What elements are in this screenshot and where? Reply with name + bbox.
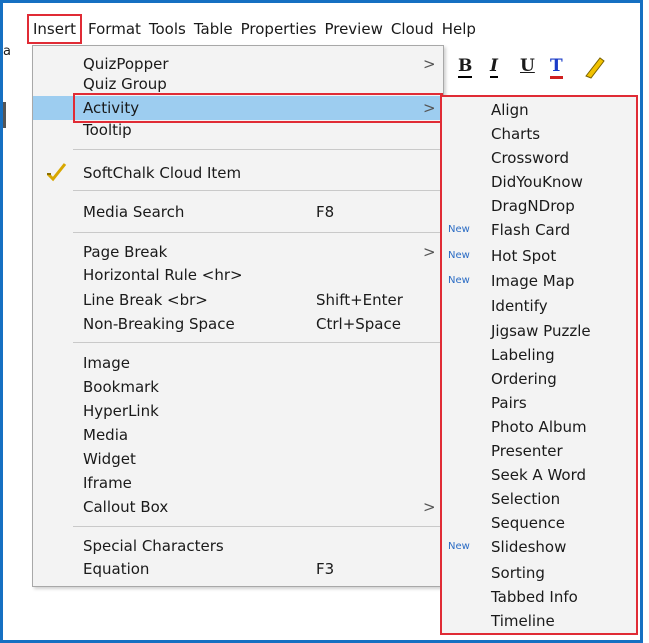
new-badge: New	[448, 224, 470, 235]
menu-preview[interactable]: Preview	[320, 16, 386, 42]
menu-separator	[73, 342, 443, 343]
menu-separator	[73, 526, 443, 527]
highlighter-icon[interactable]	[582, 54, 606, 84]
activity-submenu: Align Charts Crossword DidYouKnow DragND…	[440, 95, 638, 635]
submenu-item-ordering[interactable]: Ordering	[442, 367, 636, 391]
menu-item-page-break[interactable]: Page Break >	[33, 240, 443, 264]
menu-tools[interactable]: Tools	[145, 16, 190, 42]
text-color-button[interactable]: T	[550, 56, 563, 79]
chevron-right-icon: >	[423, 498, 436, 516]
insert-dropdown-menu: QuizPopper > Quiz Group Activity > Toolt…	[32, 45, 444, 587]
activity-highlight-box	[73, 93, 443, 123]
underline-button[interactable]: U	[520, 56, 535, 76]
menu-table[interactable]: Table	[190, 16, 237, 42]
menu-item-horizontal-rule[interactable]: Horizontal Rule <hr>	[33, 263, 443, 287]
chevron-right-icon: >	[423, 243, 436, 261]
menu-insert[interactable]: Insert	[27, 14, 83, 44]
new-badge: New	[448, 250, 470, 261]
menu-item-bookmark[interactable]: Bookmark	[33, 375, 443, 399]
menu-item-equation[interactable]: Equation F3	[33, 557, 443, 581]
submenu-item-align[interactable]: Align	[442, 98, 636, 122]
submenu-item-sequence[interactable]: Sequence	[442, 511, 636, 535]
submenu-item-identify[interactable]: Identify	[442, 294, 636, 318]
submenu-item-seek-a-word[interactable]: Seek A Word	[442, 463, 636, 487]
menu-item-media-search[interactable]: Media Search F8	[33, 200, 443, 224]
shortcut-label: Ctrl+Space	[316, 315, 401, 333]
menu-bar: Insert Format Tools Table Properties Pre…	[27, 14, 637, 44]
menu-item-non-breaking-space[interactable]: Non-Breaking Space Ctrl+Space	[33, 312, 443, 336]
submenu-item-pairs[interactable]: Pairs	[442, 391, 636, 415]
submenu-item-flash-card[interactable]: New Flash Card	[442, 218, 636, 242]
submenu-item-photo-album[interactable]: Photo Album	[442, 415, 636, 439]
menu-separator	[73, 232, 443, 233]
submenu-item-tabbed-info[interactable]: Tabbed Info	[442, 585, 636, 609]
submenu-item-image-map[interactable]: New Image Map	[442, 269, 636, 293]
submenu-item-slideshow[interactable]: New Slideshow	[442, 535, 636, 559]
menu-cloud[interactable]: Cloud	[387, 16, 438, 42]
submenu-item-labeling[interactable]: Labeling	[442, 343, 636, 367]
menu-item-softchalk-cloud-item[interactable]: SoftChalk Cloud Item	[33, 161, 443, 185]
submenu-item-presenter[interactable]: Presenter	[442, 439, 636, 463]
submenu-item-jigsaw-puzzle[interactable]: Jigsaw Puzzle	[442, 319, 636, 343]
menu-item-line-break[interactable]: Line Break <br> Shift+Enter	[33, 288, 443, 312]
submenu-item-selection[interactable]: Selection	[442, 487, 636, 511]
submenu-item-hot-spot[interactable]: New Hot Spot	[442, 244, 636, 268]
background-text-fragment: a	[3, 44, 11, 59]
background-divider	[3, 102, 6, 128]
submenu-item-timeline[interactable]: Timeline	[442, 609, 636, 633]
shortcut-label: F3	[316, 560, 335, 578]
menu-item-iframe[interactable]: Iframe	[33, 471, 443, 495]
menu-format[interactable]: Format	[84, 16, 145, 42]
italic-button[interactable]: I	[490, 56, 498, 78]
menu-help[interactable]: Help	[438, 16, 480, 42]
menu-item-media[interactable]: Media	[33, 423, 443, 447]
menu-item-image[interactable]: Image	[33, 351, 443, 375]
format-toolbar: B I U T	[450, 50, 640, 90]
menu-properties[interactable]: Properties	[237, 16, 321, 42]
submenu-item-charts[interactable]: Charts	[442, 122, 636, 146]
menu-item-widget[interactable]: Widget	[33, 447, 443, 471]
shortcut-label: Shift+Enter	[316, 291, 403, 309]
submenu-item-sorting[interactable]: Sorting	[442, 561, 636, 585]
menu-separator	[73, 149, 443, 150]
menu-item-special-characters[interactable]: Special Characters	[33, 534, 443, 558]
menu-item-callout-box[interactable]: Callout Box >	[33, 495, 443, 519]
shortcut-label: F8	[316, 203, 335, 221]
menu-item-hyperlink[interactable]: HyperLink	[33, 399, 443, 423]
submenu-item-didyouknow[interactable]: DidYouKnow	[442, 170, 636, 194]
menu-separator	[73, 190, 443, 191]
submenu-item-dragndrop[interactable]: DragNDrop	[442, 194, 636, 218]
new-badge: New	[448, 275, 470, 286]
new-badge: New	[448, 541, 470, 552]
bold-button[interactable]: B	[458, 56, 473, 78]
submenu-item-crossword[interactable]: Crossword	[442, 146, 636, 170]
